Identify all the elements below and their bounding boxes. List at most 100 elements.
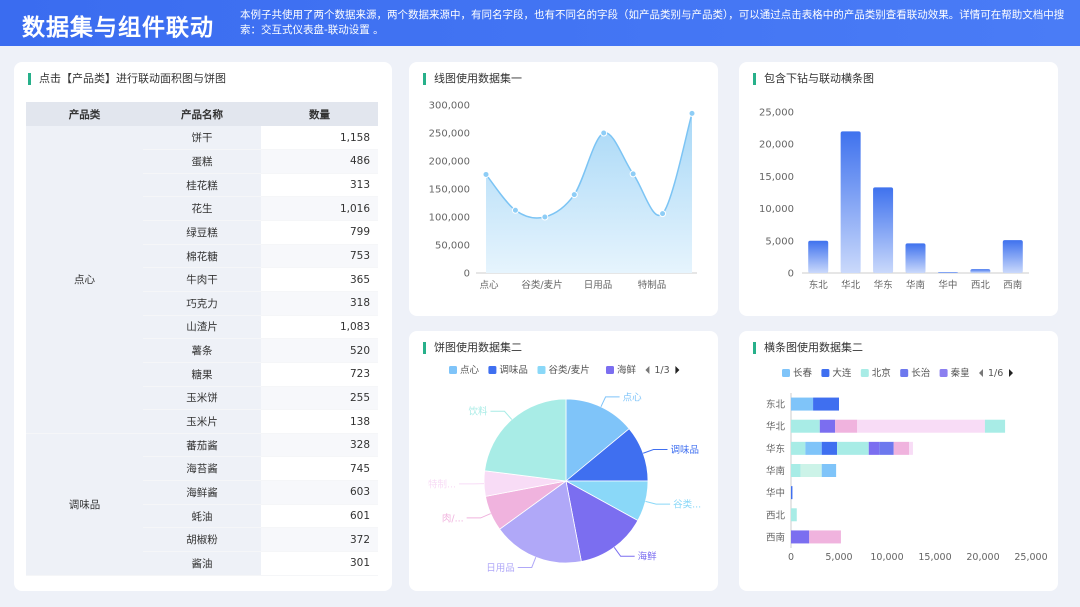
x-tick-label: 20,000 [966,552,999,563]
quantity-cell: 1,016 [261,196,378,222]
bar [1002,240,1023,273]
legend-prev-icon [979,369,983,377]
product-name-cell: 蚝油 [143,504,261,529]
table-row[interactable]: 点心 饼干 1,158 [26,126,378,434]
dashboard-header: 数据集与组件联动 本例子共使用了两个数据来源，两个数据来源中，有同名字段，也有不… [0,0,1080,46]
x-tick-label: 华南 [906,279,925,291]
y-tick-label: 东北 [766,399,786,411]
bar-segment [791,441,806,455]
x-tick-label: 日用品 [584,280,613,291]
y-tick-label: 50,000 [435,241,470,252]
product-name-cell: 海鲜酱 [143,480,261,505]
data-point [482,170,490,178]
quantity-cell: 799 [261,220,378,245]
column-header[interactable]: 产品类 [26,102,143,126]
bar-segment [791,508,797,522]
product-name-cell: 海苔酱 [143,456,261,482]
product-name-cell: 玉米片 [143,409,261,434]
x-tick-label: 点心 [479,280,499,291]
y-tick-label: 西北 [766,510,786,521]
quantity-cell: 601 [261,504,378,529]
area-chart[interactable]: 0 50,000 100,000 150,000 200,000 250,000 300,0… [409,62,718,316]
data-point [600,129,608,137]
product-name-cell: 蕃茄酱 [143,433,261,458]
quantity-cell: 365 [261,267,378,292]
product-name-cell: 牛肉干 [143,267,261,292]
legend-next-icon [1009,369,1013,377]
bar [970,269,991,273]
x-tick-label: 西北 [971,280,991,291]
x-tick-label: 西南 [1003,279,1022,291]
legend-label: 大连 [832,367,852,379]
dashboard-title: 数据集与组件联动 [22,15,214,41]
data-point [511,206,519,214]
product-name-cell: 蛋糕 [143,149,261,174]
pie-slice-label: 调味品 [671,444,700,456]
bar-segment [819,419,836,433]
pie-label-line [600,396,620,408]
legend-label: 谷类/麦片 [549,364,590,376]
quantity-cell: 520 [261,338,378,363]
legend-label: 长春 [793,367,813,379]
x-tick-label: 华中 [938,279,957,291]
area-fill [486,113,692,274]
pie-label-line [466,513,491,519]
bar-segment [791,419,820,433]
x-tick-label: 华东 [874,279,893,291]
data-point [570,191,578,199]
legend-swatch [449,366,457,374]
category-cell[interactable]: 调味品 [26,433,143,576]
quantity-cell: 723 [261,362,378,387]
bar-segment [791,530,810,544]
x-tick-label: 5,000 [825,552,852,563]
hbar-chart-panel: 横条图使用数据集二 长春 大连 北京 长治 秦皇 1/6 东北 华北 华东 华南 华中 西北 西南 0 5,… [739,331,1058,591]
pie-chart[interactable]: 点心 调味品 谷类/麦片 海鲜 1/3点心调味品谷类...海鲜日用品肉/...特制...… [409,331,718,591]
legend-label: 北京 [872,367,891,379]
y-tick-label: 0 [464,269,470,280]
pie-label-line [613,547,635,557]
product-name-cell: 桂花糕 [143,173,261,198]
quantity-cell: 1,083 [261,315,378,340]
quantity-cell: 372 [261,527,378,553]
table-row[interactable]: 调味品 蕃茄酱 328 [26,433,378,576]
y-tick-label: 200,000 [429,157,470,168]
product-name-cell: 绿豆糕 [143,220,261,245]
bar [937,272,958,273]
bar-chart[interactable]: 0 5,000 10,000 15,000 20,000 25,000 东北 华北 华东 华南 华中… [739,62,1058,316]
x-tick-label: 10,000 [870,552,903,563]
x-tick-label: 0 [788,552,794,563]
y-tick-label: 15,000 [759,172,794,183]
bar-segment [984,419,1006,433]
y-tick-label: 25,000 [759,108,794,119]
pie-slice-label: 海鲜 [638,551,658,563]
data-point [629,170,637,178]
product-table: 产品类 产品名称 数量 点心 饼干 1,158 蛋糕 486 桂花糕 313 花生 1,016 绿豆糕… [26,102,378,576]
legend-swatch [821,369,830,377]
product-name-cell: 糖果 [143,362,261,387]
bar-segment [837,441,869,455]
category-cell[interactable]: 点心 [26,126,143,434]
y-tick-label: 华南 [766,465,785,477]
bar-segment [805,441,822,455]
bar-segment [857,419,985,433]
bar-segment [821,464,837,477]
bar [873,187,894,273]
y-tick-label: 0 [788,269,794,280]
quantity-cell: 255 [261,386,378,411]
y-tick-label: 5,000 [765,236,794,247]
column-header[interactable]: 产品名称 [143,102,261,126]
y-tick-label: 华东 [766,443,785,455]
product-name-cell: 巧克力 [143,291,261,316]
quantity-cell: 603 [261,480,378,505]
x-tick-label: 谷类/麦片 [521,279,562,291]
bar-segment [835,419,858,433]
product-name-cell: 薯条 [143,338,261,363]
legend-swatch [939,369,948,377]
table-body: 点心 饼干 1,158 蛋糕 486 桂花糕 313 花生 1,016 绿豆糕 799 棉花糖 753 牛… [26,126,378,576]
column-header[interactable]: 数量 [261,102,378,126]
product-name-cell: 酱油 [143,551,261,576]
horizontal-bar-chart[interactable]: 长春 大连 北京 长治 秦皇 1/6 东北华北华东华南华中西北西南0 5,000 10,000 1… [739,331,1058,591]
quantity-cell: 301 [261,551,378,576]
bar-segment [893,441,910,455]
pie-slice-label: 日用品 [486,563,515,574]
